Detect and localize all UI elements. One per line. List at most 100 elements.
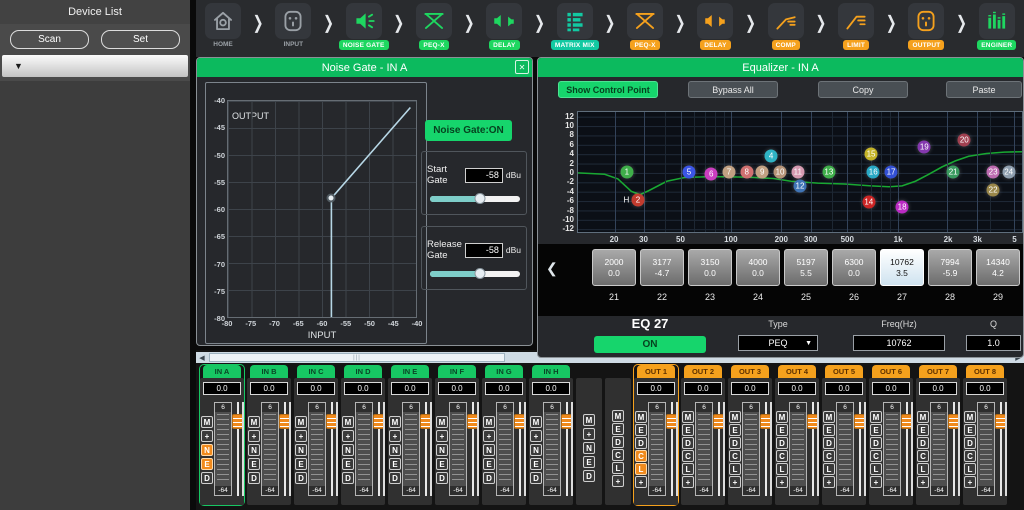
channel-gain-value[interactable]: 0.0 [966, 382, 1004, 395]
strip-button-M[interactable]: M [583, 414, 595, 426]
strip-button-M[interactable]: M [823, 411, 835, 423]
strip-button-E[interactable]: E [583, 456, 595, 468]
strip-button-E[interactable]: E [729, 424, 741, 436]
strip-button-M[interactable]: M [729, 411, 741, 423]
channel-gain-value[interactable]: 0.0 [485, 382, 523, 395]
strip-button-C[interactable]: C [612, 449, 624, 461]
strip-button-N[interactable]: N [248, 444, 260, 456]
device-dropdown[interactable]: ▼ [2, 55, 188, 77]
strip-button-M[interactable]: M [483, 416, 495, 428]
eq-control-point-12[interactable]: 12 [794, 179, 807, 192]
strip-button-C[interactable]: C [635, 450, 647, 462]
strip-button-N[interactable]: N [483, 444, 495, 456]
channel-gain-value[interactable]: 0.0 [637, 382, 675, 395]
eq-control-point-13[interactable]: 13 [822, 166, 835, 179]
eq-control-point-5[interactable]: 5 [683, 166, 696, 179]
strip-button-+[interactable]: + [583, 428, 595, 440]
strip-button-+[interactable]: + [682, 476, 694, 488]
channel-label[interactable]: IN A [203, 365, 241, 378]
type-dropdown[interactable]: PEQ ▼ [738, 335, 818, 351]
strip-button-L[interactable]: L [917, 463, 929, 475]
strip-button-D[interactable]: D [635, 437, 647, 449]
channel-label[interactable]: OUT 6 [872, 365, 910, 378]
fader[interactable] [667, 402, 676, 496]
strip-button-M[interactable]: M [917, 411, 929, 423]
strip-button-D[interactable]: D [729, 437, 741, 449]
toolbar-item-noise-gate[interactable]: NOISE GATE [341, 3, 387, 50]
eq-control-point-20[interactable]: 20 [958, 133, 971, 146]
channel-gain-value[interactable]: 0.0 [731, 382, 769, 395]
strip-button-L[interactable]: L [964, 463, 976, 475]
strip-button-+[interactable]: + [248, 430, 260, 442]
channel-gain-value[interactable]: 0.0 [203, 382, 241, 395]
strip-button-C[interactable]: C [682, 450, 694, 462]
freq-field[interactable]: 10762 [853, 335, 945, 351]
channel-label[interactable]: OUT 2 [684, 365, 722, 378]
channel-gain-value[interactable]: 0.0 [684, 382, 722, 395]
strip-button-+[interactable]: + [201, 430, 213, 442]
strip-button-D[interactable]: D [917, 437, 929, 449]
eq-button-show-control-point[interactable]: Show Control Point [558, 81, 658, 98]
strip-button-M[interactable]: M [201, 416, 213, 428]
strip-button-+[interactable]: + [612, 475, 624, 487]
eq-band-cell-27[interactable]: 107623.5 [880, 249, 924, 286]
strip-button-M[interactable]: M [436, 416, 448, 428]
strip-button-M[interactable]: M [635, 411, 647, 423]
eq-band-cell-21[interactable]: 20000.0 [592, 249, 636, 286]
strip-button-D[interactable]: D [342, 472, 354, 484]
channel-gain-value[interactable]: 0.0 [250, 382, 288, 395]
strip-button-E[interactable]: E [870, 424, 882, 436]
strip-button-M[interactable]: M [342, 416, 354, 428]
channel-gain-value[interactable]: 0.0 [391, 382, 429, 395]
channel-label[interactable]: IN F [438, 365, 476, 378]
eq-control-point-1[interactable]: 1 [620, 166, 633, 179]
strip-button-E[interactable]: E [201, 458, 213, 470]
strip-button-L[interactable]: L [612, 462, 624, 474]
strip-button-E[interactable]: E [917, 424, 929, 436]
channel-gain-value[interactable]: 0.0 [872, 382, 910, 395]
eq-control-point-15[interactable]: 15 [865, 147, 878, 160]
fader[interactable] [949, 402, 958, 496]
toolbar-item-input[interactable]: INPUT [270, 3, 316, 48]
strip-button-D[interactable]: D [682, 437, 694, 449]
fader[interactable] [233, 402, 242, 496]
fader[interactable] [562, 402, 571, 496]
strip-button-C[interactable]: C [917, 450, 929, 462]
strip-button-E[interactable]: E [682, 424, 694, 436]
bands-scroll-left-icon[interactable]: ❮ [546, 260, 558, 277]
channel-gain-value[interactable]: 0.0 [778, 382, 816, 395]
fader[interactable] [761, 402, 770, 496]
eq-control-point-17[interactable]: 17 [885, 166, 898, 179]
strip-button-D[interactable]: D [612, 436, 624, 448]
fader[interactable] [714, 402, 723, 496]
start-gate-slider[interactable] [430, 196, 520, 202]
toolbar-item-peq-x[interactable]: PEQ-X [411, 3, 457, 50]
strip-button-M[interactable]: M [776, 411, 788, 423]
channel-label[interactable]: OUT 5 [825, 365, 863, 378]
toolbar-item-comp[interactable]: COMP [763, 3, 809, 50]
strip-button-L[interactable]: L [776, 463, 788, 475]
eq-control-point-18[interactable]: 18 [896, 200, 909, 213]
channel-gain-value[interactable]: 0.0 [438, 382, 476, 395]
strip-button-E[interactable]: E [612, 423, 624, 435]
release-gate-slider-handle[interactable] [474, 268, 485, 279]
strip-button-N[interactable]: N [295, 444, 307, 456]
strip-button-C[interactable]: C [776, 450, 788, 462]
channel-label[interactable]: OUT 1 [637, 365, 675, 378]
eq-band-cell-28[interactable]: 7994-5.9 [928, 249, 972, 286]
channel-label[interactable]: IN H [532, 365, 570, 378]
scrollbar-thumb[interactable]: ||| [209, 353, 505, 362]
eq-band-on-button[interactable]: ON [594, 336, 706, 353]
eq-control-point-10[interactable]: 10 [774, 166, 787, 179]
eq-control-point-2[interactable]: 2H [631, 193, 644, 206]
strip-button-E[interactable]: E [635, 424, 647, 436]
strip-button-L[interactable]: L [635, 463, 647, 475]
scroll-left-icon[interactable]: ◀ [196, 352, 208, 363]
start-gate-value[interactable]: -58 [465, 168, 503, 183]
strip-button-+[interactable]: + [917, 476, 929, 488]
eq-band-cell-23[interactable]: 31500.0 [688, 249, 732, 286]
channel-gain-value[interactable]: 0.0 [825, 382, 863, 395]
channel-label[interactable]: IN E [391, 365, 429, 378]
scan-button[interactable]: Scan [10, 30, 89, 49]
channel-label[interactable]: IN D [344, 365, 382, 378]
